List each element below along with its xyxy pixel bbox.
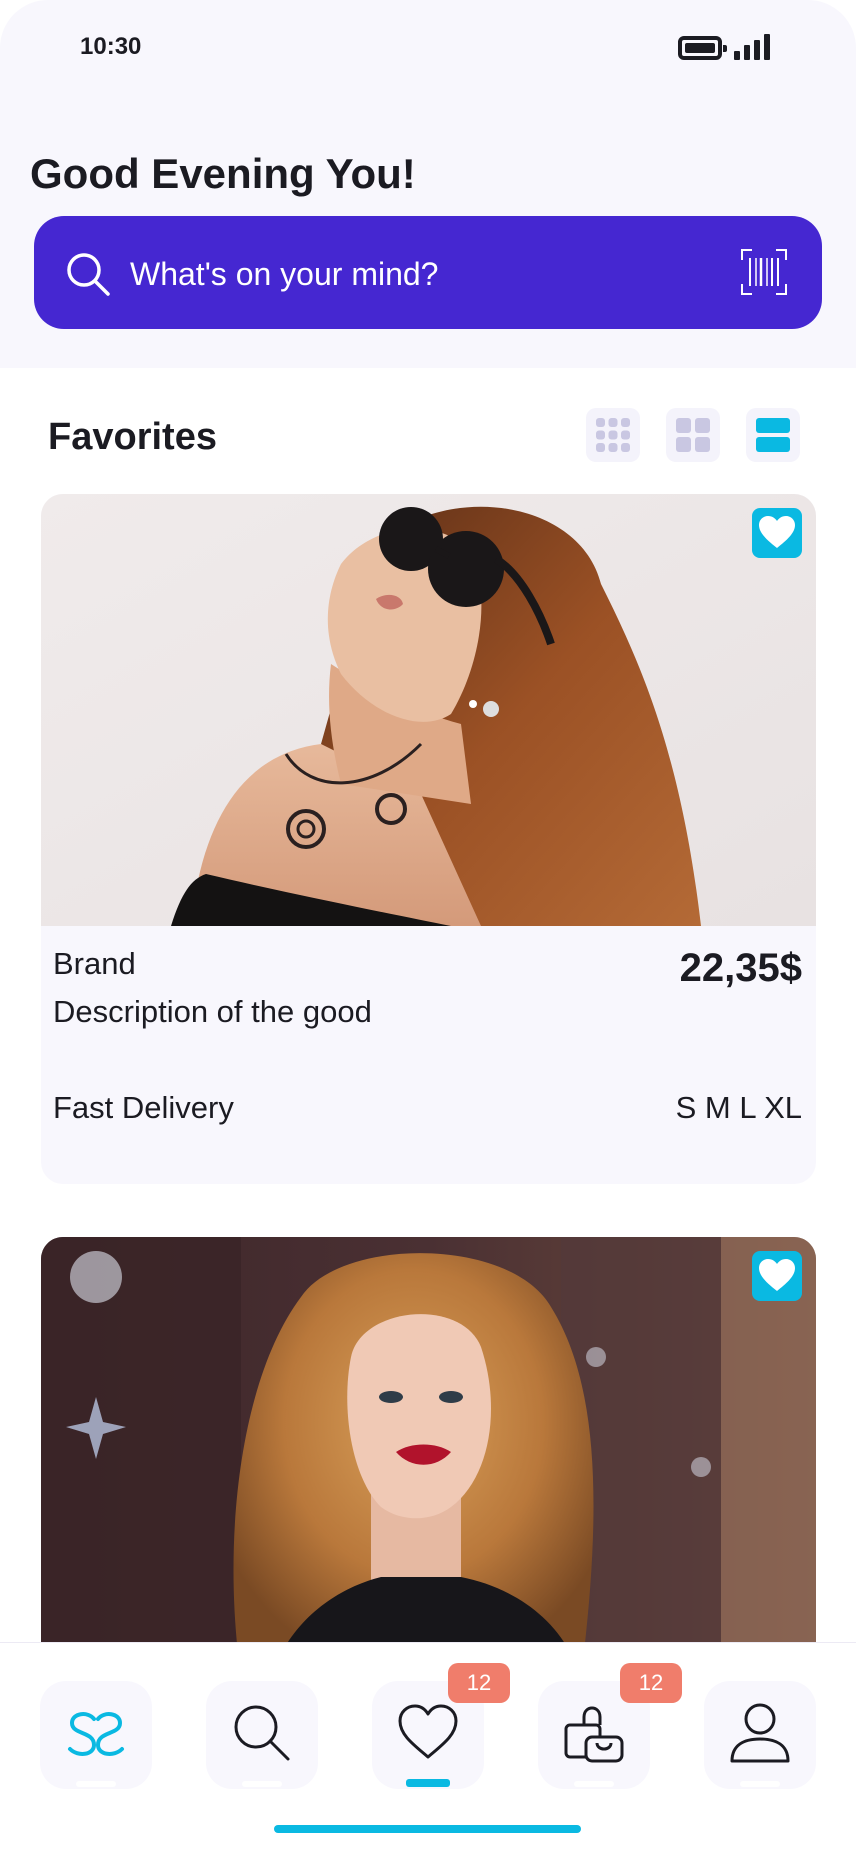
nav-home[interactable] — [40, 1681, 152, 1789]
search-placeholder[interactable]: What's on your mind? — [130, 256, 438, 293]
nav-indicator — [76, 1781, 116, 1787]
home-indicator[interactable] — [274, 1825, 581, 1833]
barcode-scan-icon[interactable] — [740, 248, 788, 296]
user-icon — [730, 1703, 790, 1763]
product-card[interactable] — [41, 1237, 816, 1677]
product-photo-woman-sunglasses — [41, 494, 816, 926]
delivery-info: Fast Delivery — [53, 1090, 234, 1125]
product-sizes: S M L XL — [675, 1090, 802, 1125]
favorites-count-badge: 12 — [448, 1663, 510, 1703]
battery-icon — [678, 36, 727, 60]
favorites-title: Favorites — [48, 416, 217, 458]
nav-profile[interactable] — [704, 1681, 816, 1789]
bottom-navigation: 12 12 — [0, 1642, 856, 1852]
shopping-bag-icon — [564, 1706, 624, 1763]
product-photo-woman-curly-hair — [41, 1237, 816, 1677]
search-icon — [67, 253, 110, 296]
favorite-toggle[interactable] — [752, 508, 802, 558]
nav-indicator — [574, 1781, 614, 1787]
list-view-icon — [756, 418, 790, 452]
product-image[interactable] — [41, 494, 816, 926]
product-price: 22,35$ — [679, 946, 802, 990]
cart-count-badge: 12 — [620, 1663, 682, 1703]
heart-filled-icon — [759, 1259, 795, 1291]
product-brand: Brand — [53, 946, 136, 981]
view-grid-2-button[interactable] — [666, 408, 720, 462]
heart-icon — [398, 1704, 458, 1759]
product-card[interactable]: Brand Description of the good 22,35$ Fas… — [41, 494, 816, 1184]
nav-indicator — [740, 1781, 780, 1787]
grid-2-icon — [676, 418, 710, 452]
greeting-title: Good Evening You! — [30, 150, 416, 197]
signal-icon — [734, 34, 770, 60]
search-icon — [234, 1705, 290, 1761]
logo-icon — [68, 1712, 124, 1756]
search-bar[interactable]: What's on your mind? — [34, 216, 822, 329]
nav-search[interactable] — [206, 1681, 318, 1789]
phone-screen: 10:30 Good Evening You! What's on your m… — [0, 0, 856, 1852]
heart-filled-icon — [759, 516, 795, 548]
status-time: 10:30 — [80, 33, 142, 60]
nav-active-indicator — [406, 1779, 450, 1787]
header-area: 10:30 Good Evening You! What's on your m… — [0, 0, 856, 368]
view-list-button[interactable] — [746, 408, 800, 462]
view-grid-3-button[interactable] — [586, 408, 640, 462]
product-description: Description of the good — [53, 994, 372, 1029]
grid-3-icon — [596, 418, 630, 452]
nav-indicator — [242, 1781, 282, 1787]
product-image[interactable] — [41, 1237, 816, 1677]
favorite-toggle[interactable] — [752, 1251, 802, 1301]
